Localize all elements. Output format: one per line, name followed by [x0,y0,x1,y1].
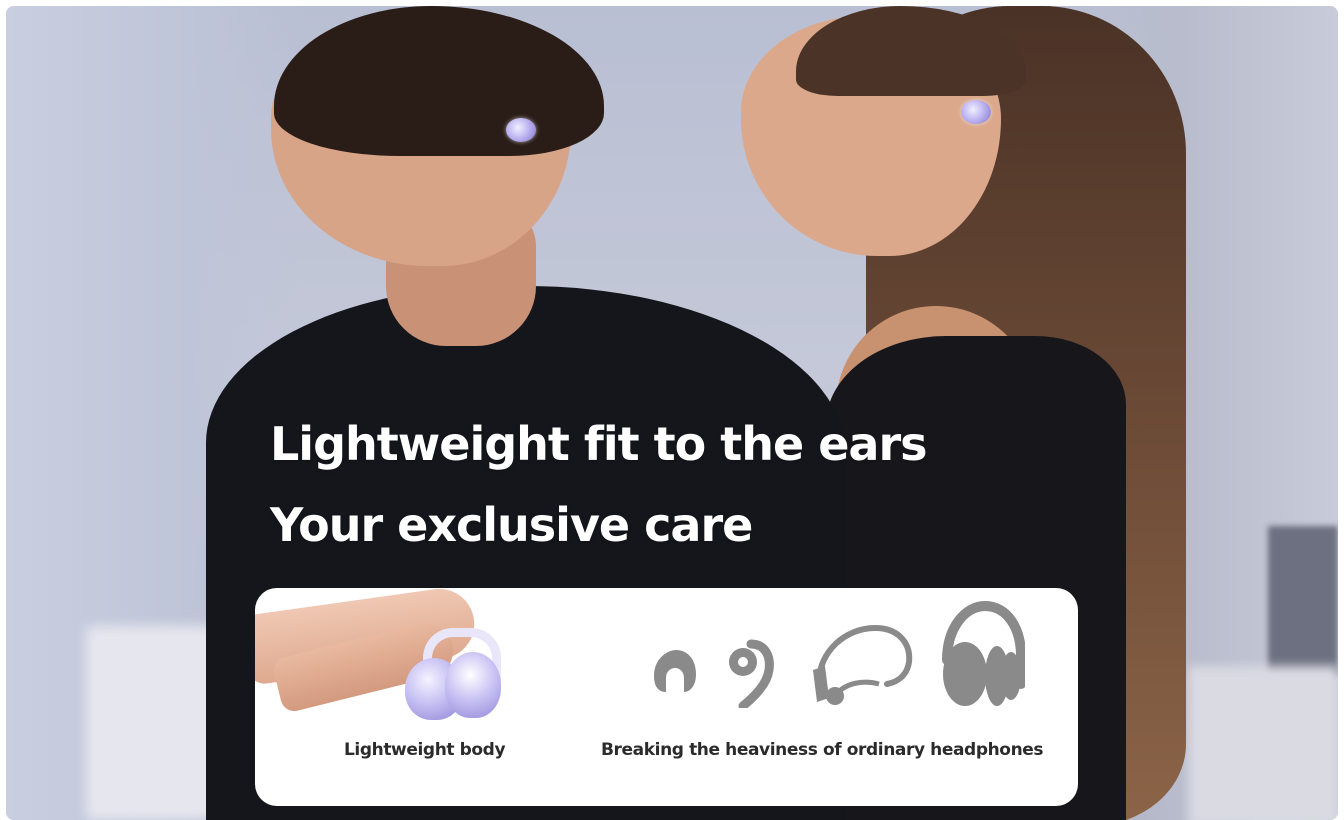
feature-card: Lightweight body Breaking the heaviness … [255,588,1078,806]
neckband-headphone-icon [813,624,913,705]
product-photo [255,588,515,728]
headphone-comparison-label: Breaking the heaviness of ordinary headp… [601,740,1044,760]
headline-line-1: Lightweight fit to the ears [270,417,928,471]
man-hair [274,6,604,156]
headline-line-2: Your exclusive care [270,498,753,552]
background-monitor [1268,526,1338,676]
ear-hook-icon [729,639,774,708]
earbud-on-man [506,118,536,142]
earbud-right [445,652,501,718]
earbud-on-woman [961,100,991,124]
background-desk [1188,666,1338,820]
in-ear-earbud-icon [654,650,696,692]
over-ear-headphone-icon [942,600,1025,706]
lightweight-body-label: Lightweight body [344,740,506,760]
